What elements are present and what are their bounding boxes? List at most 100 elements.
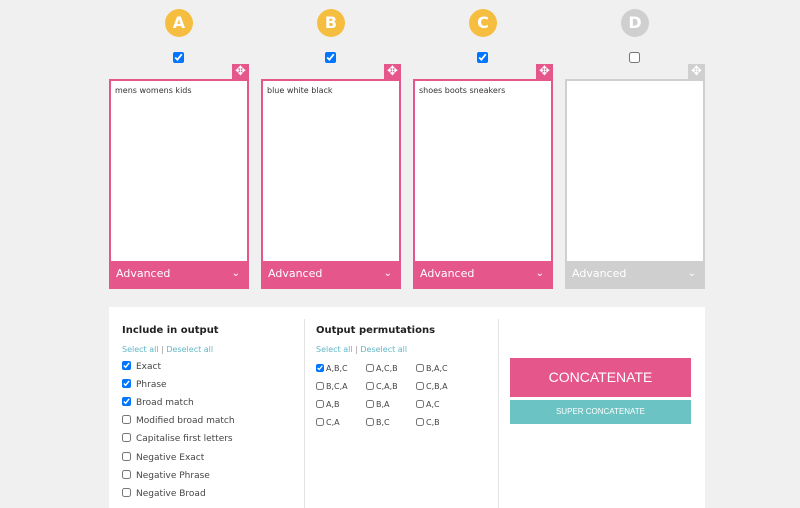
output-option-negative-broad[interactable]: Negative Broad bbox=[122, 488, 206, 499]
output-option-negative-exact[interactable]: Negative Exact bbox=[122, 452, 204, 463]
keywords-textarea[interactable]: mens womens kids bbox=[111, 81, 247, 261]
output-option-capitalise[interactable]: Capitalise first letters bbox=[122, 433, 233, 444]
permutations-title: Output permutations bbox=[316, 325, 436, 336]
permutation-label: C,A,B bbox=[376, 382, 398, 391]
include-output-title: Include in output bbox=[122, 325, 219, 336]
permutation-option[interactable]: B,A,C bbox=[416, 364, 448, 373]
checkbox[interactable] bbox=[316, 418, 324, 426]
output-option-negative-phrase[interactable]: Negative Phrase bbox=[122, 470, 210, 481]
checkbox[interactable] bbox=[416, 364, 424, 372]
checkbox[interactable] bbox=[122, 397, 131, 406]
permutation-label: C,B,A bbox=[426, 382, 448, 391]
checkbox[interactable] bbox=[366, 364, 374, 372]
column-a: A ✥ mens womens kids Advanced ⌄ bbox=[109, 0, 249, 300]
move-arrows-icon[interactable]: ✥ bbox=[536, 64, 553, 80]
advanced-label: Advanced bbox=[268, 267, 323, 280]
link-separator: | bbox=[161, 345, 164, 354]
permutation-option[interactable]: B,C bbox=[366, 418, 390, 427]
checkbox[interactable] bbox=[122, 470, 131, 479]
chevron-down-icon: ⌄ bbox=[231, 268, 240, 279]
section-divider bbox=[498, 319, 499, 508]
keywords-panel: Advanced ⌄ bbox=[565, 79, 705, 289]
keywords-panel: mens womens kids Advanced ⌄ bbox=[109, 79, 249, 289]
column-letter-badge: C bbox=[469, 9, 497, 37]
advanced-toggle[interactable]: Advanced ⌄ bbox=[263, 261, 399, 287]
option-label: Negative Broad bbox=[136, 489, 206, 499]
link-separator: | bbox=[355, 345, 358, 354]
column-c-enable-checkbox[interactable] bbox=[477, 52, 488, 63]
checkbox[interactable] bbox=[316, 400, 324, 408]
permutations-deselect-all-link[interactable]: Deselect all bbox=[360, 345, 407, 354]
advanced-label: Advanced bbox=[572, 267, 627, 280]
permutation-option[interactable]: C,A,B bbox=[366, 382, 398, 391]
checkbox[interactable] bbox=[122, 452, 131, 461]
permutation-label: A,C,B bbox=[376, 364, 398, 373]
output-select-links: Select all | Deselect all bbox=[122, 345, 213, 354]
checkbox[interactable] bbox=[416, 400, 424, 408]
permutation-label: B,C,A bbox=[326, 382, 348, 391]
permutation-option[interactable]: B,C,A bbox=[316, 382, 348, 391]
chevron-down-icon: ⌄ bbox=[535, 268, 544, 279]
super-concatenate-button[interactable]: SUPER CONCATENATE bbox=[510, 400, 691, 424]
output-deselect-all-link[interactable]: Deselect all bbox=[166, 345, 213, 354]
column-letter-badge: A bbox=[165, 9, 193, 37]
advanced-toggle[interactable]: Advanced ⌄ bbox=[111, 261, 247, 287]
column-b-enable-checkbox[interactable] bbox=[325, 52, 336, 63]
checkbox[interactable] bbox=[316, 382, 324, 390]
advanced-toggle[interactable]: Advanced ⌄ bbox=[415, 261, 551, 287]
output-option-exact[interactable]: Exact bbox=[122, 361, 161, 372]
column-b: B ✥ blue white black Advanced ⌄ bbox=[261, 0, 401, 300]
checkbox[interactable] bbox=[122, 415, 131, 424]
permutation-option[interactable]: A,C bbox=[416, 400, 440, 409]
option-label: Exact bbox=[136, 362, 162, 372]
output-option-phrase[interactable]: Phrase bbox=[122, 379, 167, 390]
permutation-option[interactable]: A,C,B bbox=[366, 364, 398, 373]
checkbox[interactable] bbox=[416, 382, 424, 390]
permutation-option[interactable]: A,B,C bbox=[316, 364, 348, 373]
output-option-broad-match[interactable]: Broad match bbox=[122, 397, 194, 408]
permutation-option[interactable]: C,B bbox=[416, 418, 440, 427]
column-d: D ✥ Advanced ⌄ bbox=[565, 0, 705, 300]
output-option-modified-broad-match[interactable]: Modified broad match bbox=[122, 415, 235, 426]
checkbox[interactable] bbox=[366, 418, 374, 426]
permutation-option[interactable]: C,B,A bbox=[416, 382, 448, 391]
keywords-textarea[interactable]: shoes boots sneakers bbox=[415, 81, 551, 261]
advanced-label: Advanced bbox=[420, 267, 475, 280]
permutation-option[interactable]: C,A bbox=[316, 418, 340, 427]
chevron-down-icon: ⌄ bbox=[383, 268, 392, 279]
section-divider bbox=[304, 319, 305, 508]
checkbox[interactable] bbox=[122, 488, 131, 497]
permutation-label: B,C bbox=[376, 418, 390, 427]
permutations-select-all-link[interactable]: Select all bbox=[316, 345, 353, 354]
checkbox[interactable] bbox=[366, 400, 374, 408]
advanced-label: Advanced bbox=[116, 267, 171, 280]
output-select-all-link[interactable]: Select all bbox=[122, 345, 159, 354]
settings-panel: Include in output Select all | Deselect … bbox=[109, 307, 705, 508]
option-label: Negative Exact bbox=[136, 453, 205, 463]
permutation-label: C,A bbox=[326, 418, 340, 427]
permutation-label: C,B bbox=[426, 418, 440, 427]
move-arrows-icon[interactable]: ✥ bbox=[232, 64, 249, 80]
checkbox[interactable] bbox=[122, 379, 131, 388]
checkbox[interactable] bbox=[122, 433, 131, 442]
option-label: Broad match bbox=[136, 398, 194, 408]
keywords-textarea[interactable]: blue white black bbox=[263, 81, 399, 261]
checkbox[interactable] bbox=[416, 418, 424, 426]
move-arrows-icon[interactable]: ✥ bbox=[688, 64, 705, 80]
permutation-option[interactable]: A,B bbox=[316, 400, 340, 409]
permutations-select-links: Select all | Deselect all bbox=[316, 345, 407, 354]
keywords-panel: shoes boots sneakers Advanced ⌄ bbox=[413, 79, 553, 289]
checkbox[interactable] bbox=[316, 364, 324, 372]
column-c: C ✥ shoes boots sneakers Advanced ⌄ bbox=[413, 0, 553, 300]
column-a-enable-checkbox[interactable] bbox=[173, 52, 184, 63]
concatenate-button[interactable]: CONCATENATE bbox=[510, 358, 691, 397]
move-arrows-icon[interactable]: ✥ bbox=[384, 64, 401, 80]
advanced-toggle[interactable]: Advanced ⌄ bbox=[567, 261, 703, 287]
checkbox[interactable] bbox=[366, 382, 374, 390]
checkbox[interactable] bbox=[122, 361, 131, 370]
keywords-textarea[interactable] bbox=[567, 81, 703, 261]
permutation-option[interactable]: B,A bbox=[366, 400, 390, 409]
permutation-label: B,A,C bbox=[426, 364, 448, 373]
permutation-label: A,C bbox=[426, 400, 440, 409]
column-d-enable-checkbox[interactable] bbox=[629, 52, 640, 63]
